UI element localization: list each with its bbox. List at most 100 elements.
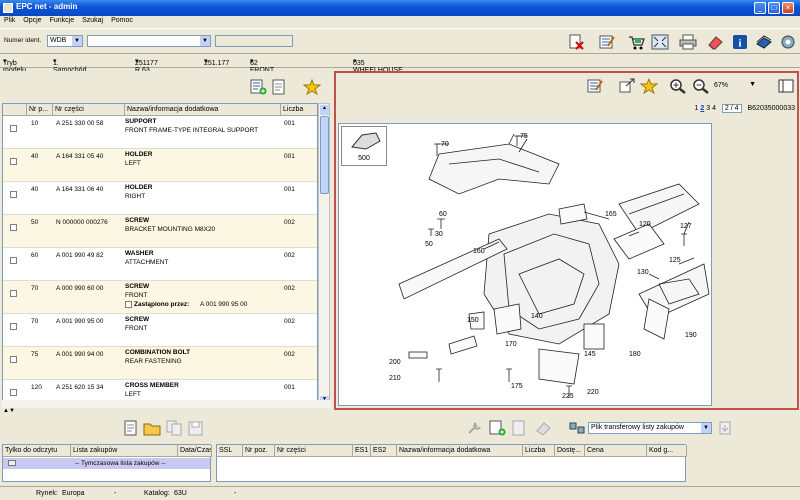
zoom-select[interactable]: 67% ▼ (712, 80, 756, 93)
scroll-thumb[interactable] (320, 116, 329, 194)
col-header-pos[interactable]: Nr poz. (243, 445, 275, 457)
exploded-view-drawing[interactable]: 500 70 75 60 50 30 165 120 127 125 160 1… (338, 123, 712, 406)
col-header-es2[interactable]: ES2 (371, 445, 397, 457)
col-header-code[interactable]: Kod g... (647, 445, 687, 457)
zoom-out-icon[interactable] (692, 78, 710, 94)
print-icon[interactable] (679, 34, 697, 50)
col-header-ssl[interactable]: SSL (217, 445, 243, 457)
add-item-icon[interactable] (488, 420, 506, 436)
callout-label[interactable]: 175 (511, 383, 523, 390)
col-header-qty[interactable]: Liczba (523, 445, 555, 457)
zoom-in-icon[interactable] (669, 78, 687, 94)
edit-list-icon[interactable] (586, 78, 604, 94)
model-mode-label[interactable]: Tryb modelu ▾ (3, 57, 26, 74)
page-indicator[interactable]: 2 / 4 (721, 104, 742, 113)
scroll-up-icon[interactable]: ▲ (320, 105, 329, 115)
expand-icon[interactable] (618, 78, 636, 94)
col-header-check[interactable] (3, 104, 27, 116)
crumb-vehicle-class[interactable]: 1. Samochód osobowy ▾ (53, 57, 86, 81)
eraser-icon[interactable] (706, 34, 724, 50)
callout-label[interactable]: 225 (562, 393, 574, 400)
col-header-part-number[interactable]: Nr części (53, 104, 125, 116)
row-checkbox[interactable] (10, 224, 17, 231)
col-header-list[interactable]: Lista zakupów (71, 445, 178, 457)
menu-opcje[interactable]: Opcje (19, 16, 45, 25)
maximize-button[interactable]: □ (768, 2, 780, 14)
page-link-1[interactable]: 1 (694, 105, 698, 112)
panel-layout-icon[interactable] (777, 78, 795, 94)
page-link-4[interactable]: 4 (712, 105, 716, 112)
note-icon[interactable] (270, 79, 288, 95)
callout-label[interactable]: 180 (629, 351, 641, 358)
row-checkbox[interactable] (10, 389, 17, 396)
callout-label[interactable]: 200 (389, 359, 401, 366)
document-icon[interactable] (510, 420, 528, 436)
callout-label[interactable]: 50 (425, 241, 433, 248)
col-header-date[interactable]: Data/Czas (178, 445, 212, 457)
row-checkbox[interactable] (10, 191, 17, 198)
callout-label[interactable]: 190 (685, 332, 697, 339)
ident-type-select[interactable]: WDB ▼ (47, 35, 83, 47)
col-header-pos[interactable]: Nr p... (27, 104, 53, 116)
table-row[interactable]: 40 A 164 331 05 40 HOLDER LEFT 001 (3, 149, 317, 182)
export-icon[interactable] (716, 420, 734, 436)
table-row[interactable]: 70 A 000 990 60 00 SCREW FRONT Zastąpion… (3, 281, 317, 314)
wrench-icon[interactable] (466, 420, 484, 436)
page-link-2[interactable]: 2 (700, 105, 704, 112)
horizontal-scrollbar[interactable] (2, 400, 331, 408)
callout-label[interactable]: 120 (639, 221, 651, 228)
callout-label[interactable]: 145 (584, 351, 596, 358)
transfer-icon[interactable] (568, 420, 586, 436)
network-icon[interactable] (779, 34, 797, 50)
row-checkbox[interactable] (10, 323, 17, 330)
col-header-qty[interactable]: Liczba (281, 104, 317, 116)
add-to-list-icon[interactable] (249, 79, 267, 95)
callout-label[interactable]: 220 (587, 389, 599, 396)
callout-label[interactable]: 150 (467, 317, 479, 324)
callout-label[interactable]: 30 (435, 231, 443, 238)
menu-funkcje[interactable]: Funkcje (46, 16, 79, 25)
crumb-group[interactable]: 62 FRONT END, FRONT WALL ▾ (250, 57, 274, 95)
parts-scrollbar[interactable]: ▲ ▼ (318, 103, 330, 408)
callout-label[interactable]: 160 (473, 248, 485, 255)
callout-label[interactable]: 165 (605, 211, 617, 218)
save-icon[interactable] (187, 420, 205, 436)
table-row[interactable]: 10 A 251 330 00 58 SUPPORT FRONT FRAME-T… (3, 116, 317, 149)
row-checkbox[interactable] (10, 158, 17, 165)
table-row[interactable]: 70 A 001 990 95 00 SCREW FRONT 002 (3, 314, 317, 347)
col-header-availability[interactable]: Dostę... (555, 445, 585, 457)
menu-plik[interactable]: Plik (0, 16, 19, 25)
minimize-button[interactable]: _ (754, 2, 766, 14)
copy-icon[interactable] (165, 420, 183, 436)
callout-label[interactable]: 125 (669, 257, 681, 264)
callout-label[interactable]: 210 (389, 375, 401, 382)
delete-document-icon[interactable] (567, 34, 585, 50)
page-link-3[interactable]: 3 (706, 105, 710, 112)
col-header-part-number[interactable]: Nr części (275, 445, 353, 457)
table-row[interactable]: 75 A 001 990 94 00 COMBINATION BOLT REAR… (3, 347, 317, 380)
row-checkbox[interactable] (10, 125, 17, 132)
star-icon[interactable] (640, 78, 658, 94)
callout-label[interactable]: 75 (520, 133, 528, 140)
callout-label[interactable]: 140 (531, 313, 543, 320)
replaced-checkbox[interactable] (125, 301, 132, 308)
col-header-name[interactable]: Nazwa/informacja dodatkowa (397, 445, 523, 457)
menu-pomoc[interactable]: Pomoc (107, 16, 137, 25)
row-checkbox[interactable] (10, 356, 17, 363)
close-button[interactable]: × (782, 2, 794, 14)
row-checkbox[interactable] (10, 290, 17, 297)
table-row[interactable]: 50 N 000000 000276 SCREW BRACKET MOUNTIN… (3, 215, 317, 248)
callout-label[interactable]: 70 (441, 141, 449, 148)
col-header-read-only[interactable]: Tylko do odczytu (3, 445, 71, 457)
new-list-icon[interactable] (122, 420, 140, 436)
ident-number-field[interactable]: ▼ (87, 35, 211, 47)
star-icon[interactable] (303, 79, 321, 95)
fullscreen-icon[interactable] (651, 34, 669, 50)
table-row[interactable]: 40 A 164 331 06 40 HOLDER RIGHT 001 (3, 182, 317, 215)
replaced-part-number[interactable]: A 001 990 95 00 (200, 301, 247, 308)
row-checkbox[interactable] (10, 257, 17, 264)
open-folder-icon[interactable] (143, 420, 161, 436)
crumb-chassis[interactable]: 251.177 ▾ (204, 57, 229, 67)
shopping-cart-icon[interactable] (627, 34, 645, 50)
callout-label[interactable]: 60 (439, 211, 447, 218)
